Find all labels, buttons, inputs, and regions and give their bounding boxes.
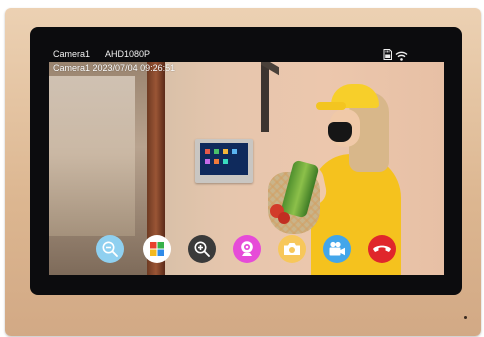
video-camera-icon bbox=[329, 241, 345, 256]
osd-time: 09:26:51 bbox=[140, 63, 176, 73]
resolution-label: AHD1080P bbox=[105, 49, 151, 59]
zoom-out-icon bbox=[102, 241, 118, 257]
status-bar: Camera1 AHD1080P bbox=[30, 42, 462, 61]
color-settings-button[interactable] bbox=[143, 235, 171, 263]
camera-label: Camera1 bbox=[53, 49, 91, 59]
zoom-in-button[interactable] bbox=[188, 235, 216, 263]
osd-date: 2023/07/04 bbox=[92, 63, 138, 73]
zoom-in-icon bbox=[194, 241, 210, 257]
window-pane bbox=[49, 76, 135, 236]
intercom-panel bbox=[195, 139, 253, 183]
tomatoes-2 bbox=[278, 212, 290, 224]
camera-timestamp: Camera1 2023/07/04 09:26:51 bbox=[53, 63, 175, 74]
camera-icon bbox=[284, 243, 300, 255]
face-mask bbox=[328, 122, 352, 142]
cap-brim bbox=[316, 102, 346, 110]
camera-view: Camera1 2023/07/04 09:26:51 bbox=[49, 62, 444, 275]
power-indicator bbox=[464, 316, 467, 319]
webcam-icon bbox=[241, 241, 253, 256]
hang-up-button[interactable] bbox=[368, 235, 396, 263]
zoom-out-button[interactable] bbox=[96, 235, 124, 263]
wall-bracket bbox=[261, 62, 269, 132]
osd-camera-name: Camera1 bbox=[53, 63, 91, 73]
snapshot-button[interactable] bbox=[278, 235, 306, 263]
color-grid-icon bbox=[150, 242, 164, 256]
phone-hangup-icon bbox=[373, 245, 391, 252]
video-button[interactable] bbox=[323, 235, 351, 263]
record-button[interactable] bbox=[233, 235, 261, 263]
